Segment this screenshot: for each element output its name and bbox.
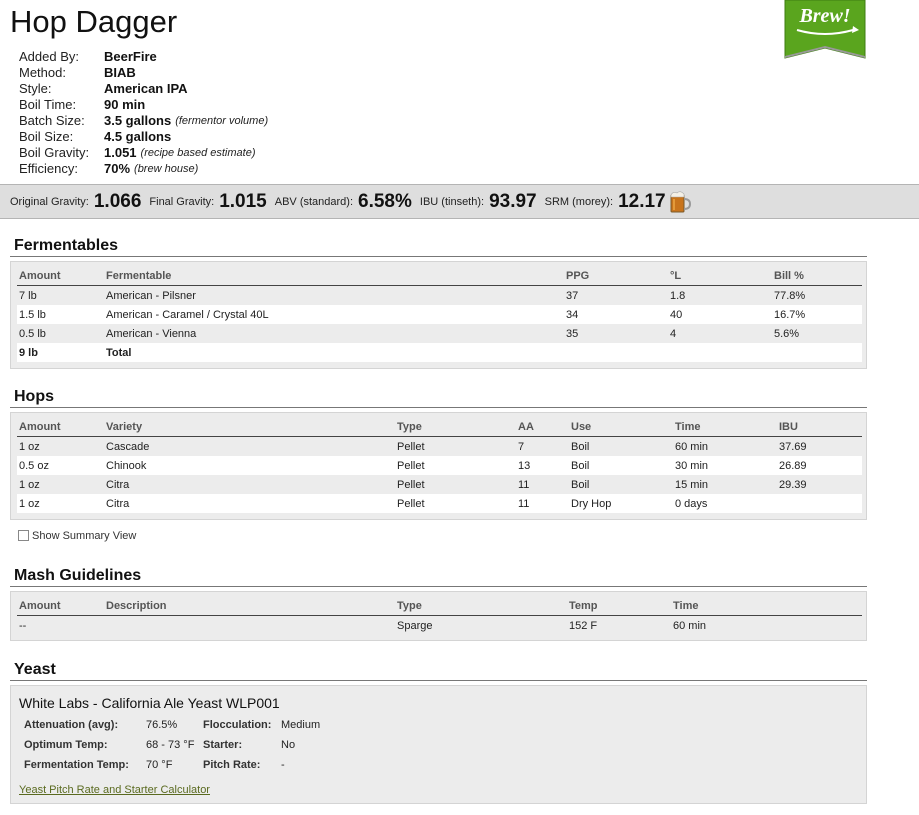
meta-boil-size: Boil Size: 4.5 gallons	[19, 129, 172, 144]
table-row: 0.5 oz Chinook Pellet 13 Boil 30 min 26.89	[17, 456, 862, 475]
table-row: 1 oz Cascade Pellet 7 Boil 60 min 37.69	[19, 440, 807, 453]
yeast-panel: White Labs - California Ale Yeast WLP001…	[10, 685, 867, 804]
mash-header-row: Amount Description Type Temp Time	[17, 597, 862, 616]
meta-efficiency: Efficiency: 70% (brew house)	[19, 161, 199, 176]
hops-panel: Amount Variety Type AA Use Time IBU 1 oz…	[10, 412, 867, 520]
summary-view-checkbox[interactable]	[18, 530, 29, 541]
starter-label: Starter:	[203, 739, 243, 751]
brew-badge-text: Brew!	[798, 5, 850, 27]
yeast-heading: Yeast	[14, 661, 56, 678]
fermentation-temp-value: 70 °F	[146, 759, 173, 771]
mash-divider	[10, 586, 867, 587]
fermentables-divider	[10, 256, 867, 257]
col-type: Type	[395, 418, 516, 437]
col-lovibond: °L	[668, 267, 772, 286]
col-amount: Amount	[17, 597, 104, 616]
flocculation-label: Flocculation:	[203, 719, 272, 731]
meta-boil-time: Boil Time: 90 min	[19, 97, 146, 112]
col-ppg: PPG	[564, 267, 668, 286]
abv-value: 6.58%	[358, 190, 412, 212]
table-row: 1 oz Citra Pellet 11 Boil 15 min 29.39	[19, 478, 807, 491]
meta-method: Method: BIAB	[19, 65, 136, 80]
fg-value: 1.015	[219, 190, 267, 212]
abv-label: ABV (standard):	[274, 195, 354, 208]
yeast-details: Attenuation (avg): 76.5% Flocculation: M…	[24, 719, 320, 779]
pitch-rate-calculator-link[interactable]: Yeast Pitch Rate and Starter Calculator	[19, 784, 210, 796]
col-ibu: IBU	[777, 418, 862, 437]
col-use: Use	[569, 418, 673, 437]
srm-value: 12.17	[618, 190, 666, 212]
optimum-temp-label: Optimum Temp:	[24, 739, 108, 751]
fermentables-header-row: Amount Fermentable PPG °L Bill %	[17, 267, 862, 286]
fermentation-temp-label: Fermentation Temp:	[24, 759, 129, 771]
col-temp: Temp	[567, 597, 671, 616]
attenuation-value: 76.5%	[146, 719, 178, 731]
fg-label: Final Gravity:	[149, 195, 215, 208]
mash-table: Amount Description Type Temp Time -- Spar…	[17, 597, 862, 635]
meta-batch-size: Batch Size: 3.5 gallons (fermentor volume)	[19, 113, 269, 128]
mash-heading: Mash Guidelines	[14, 567, 142, 584]
table-row: -- Sparge 152 F 60 min	[19, 619, 707, 632]
yeast-divider	[10, 680, 867, 681]
summary-view-label[interactable]: Show Summary View	[32, 530, 136, 542]
recipe-title: Hop Dagger	[10, 4, 178, 39]
hops-table: Amount Variety Type AA Use Time IBU 1 oz…	[17, 418, 862, 513]
mash-panel: Amount Description Type Temp Time -- Spar…	[10, 591, 867, 641]
table-row: 7 lb American - Pilsner 37 1.8 77.8%	[19, 289, 806, 302]
col-time: Time	[673, 418, 777, 437]
ibu-value: 93.97	[489, 190, 537, 212]
fermentables-total-row: 9 lb Total	[17, 343, 862, 362]
attenuation-label: Attenuation (avg):	[24, 719, 119, 731]
col-fermentable: Fermentable	[104, 267, 564, 286]
table-row: 1.5 lb American - Caramel / Crystal 40L 34…	[17, 305, 862, 324]
recipe-meta: Added By: BeerFire Method: BIAB Style: Amer…	[19, 49, 268, 177]
table-row: 1 oz Citra Pellet 11 Dry Hop 0 days	[17, 494, 862, 513]
yeast-name: White Labs - California Ale Yeast WLP001	[19, 695, 280, 711]
fermentables-table: Amount Fermentable PPG °L Bill % 7 lb Ame…	[17, 267, 862, 362]
col-amount: Amount	[17, 267, 104, 286]
pitch-rate-label: Pitch Rate:	[203, 759, 261, 771]
og-value: 1.066	[93, 190, 142, 212]
brew-badge[interactable]: Brew!	[783, 0, 867, 60]
col-aa: AA	[516, 418, 569, 437]
og-label: Original Gravity:	[10, 195, 89, 208]
srm-label: SRM (morey):	[544, 195, 614, 208]
ibu-label: IBU (tinseth):	[419, 195, 485, 208]
optimum-temp-value: 68 - 73 °F	[146, 739, 195, 751]
hops-divider	[10, 407, 867, 408]
hops-heading: Hops	[14, 388, 54, 405]
starter-value: No	[281, 739, 296, 751]
hops-header-row: Amount Variety Type AA Use Time IBU	[17, 418, 862, 437]
pitch-rate-value: -	[281, 759, 285, 771]
meta-style: Style: American IPA	[19, 81, 188, 96]
fermentables-panel: Amount Fermentable PPG °L Bill % 7 lb Ame…	[10, 261, 867, 369]
col-type: Type	[395, 597, 567, 616]
col-amount: Amount	[17, 418, 104, 437]
meta-boil-gravity: Boil Gravity: 1.051 (recipe based estimate…	[19, 145, 256, 160]
col-bill-pct: Bill %	[772, 267, 862, 286]
flocculation-value: Medium	[281, 719, 321, 731]
col-time: Time	[671, 597, 862, 616]
table-row: 0.5 lb American - Vienna 35 4 5.6%	[19, 327, 800, 340]
col-variety: Variety	[104, 418, 395, 437]
col-description: Description	[104, 597, 395, 616]
fermentables-heading: Fermentables	[14, 237, 119, 254]
meta-added-by: Added By: BeerFire	[19, 49, 157, 64]
beer-mug-icon	[670, 190, 691, 212]
stats-bar: Original Gravity: 1.066 Final Gravity: 1.0…	[0, 184, 919, 219]
